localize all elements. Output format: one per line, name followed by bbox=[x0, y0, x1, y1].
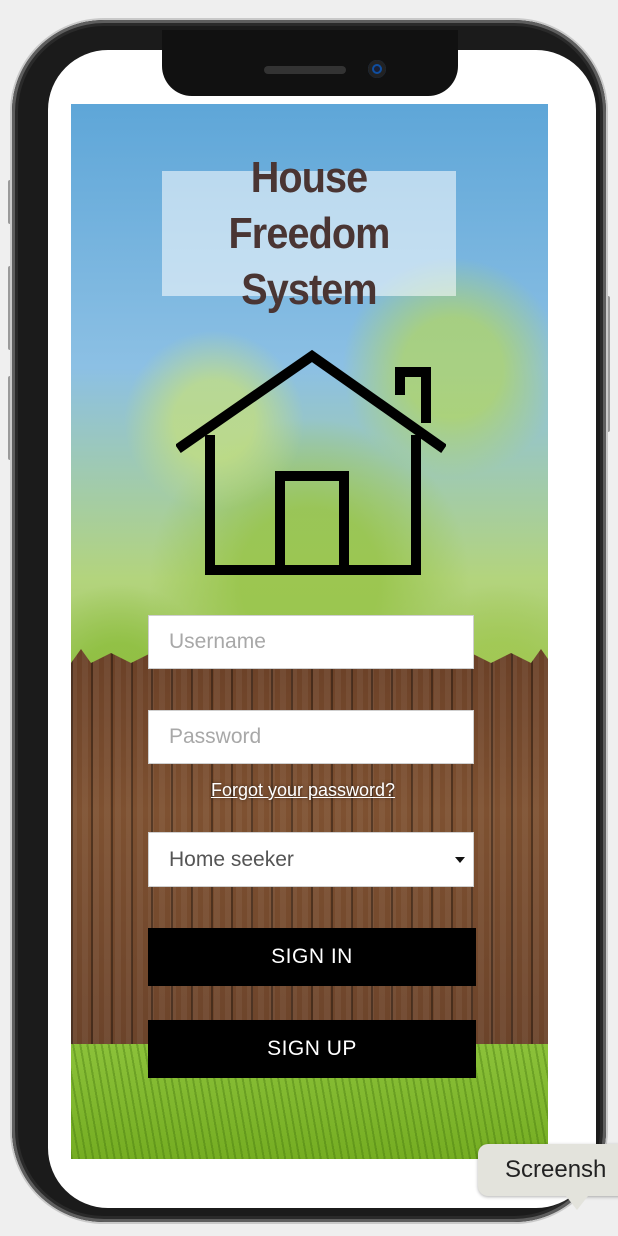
role-select-value: Home seeker bbox=[169, 847, 294, 871]
role-select[interactable]: Home seeker bbox=[148, 832, 474, 887]
tooltip-pointer bbox=[566, 1196, 588, 1210]
app-title-line-1: House Freedom bbox=[228, 152, 391, 258]
password-input[interactable] bbox=[148, 710, 474, 764]
house-icon bbox=[176, 349, 446, 575]
app-title: House Freedom System bbox=[177, 150, 442, 318]
app-title-panel: House Freedom System bbox=[162, 153, 456, 314]
sign-up-button[interactable]: SIGN UP bbox=[148, 1020, 476, 1078]
sign-in-button[interactable]: SIGN IN bbox=[148, 928, 476, 986]
speaker-grille bbox=[264, 66, 346, 74]
username-input[interactable] bbox=[148, 615, 474, 669]
app-title-line-2: System bbox=[241, 264, 377, 314]
caret-down-icon bbox=[455, 856, 465, 863]
screenshot-tooltip: Screensh bbox=[478, 1144, 618, 1196]
front-camera-icon bbox=[368, 60, 386, 78]
phone-notch bbox=[162, 30, 458, 96]
forgot-password-link[interactable]: Forgot your password? bbox=[148, 780, 458, 801]
